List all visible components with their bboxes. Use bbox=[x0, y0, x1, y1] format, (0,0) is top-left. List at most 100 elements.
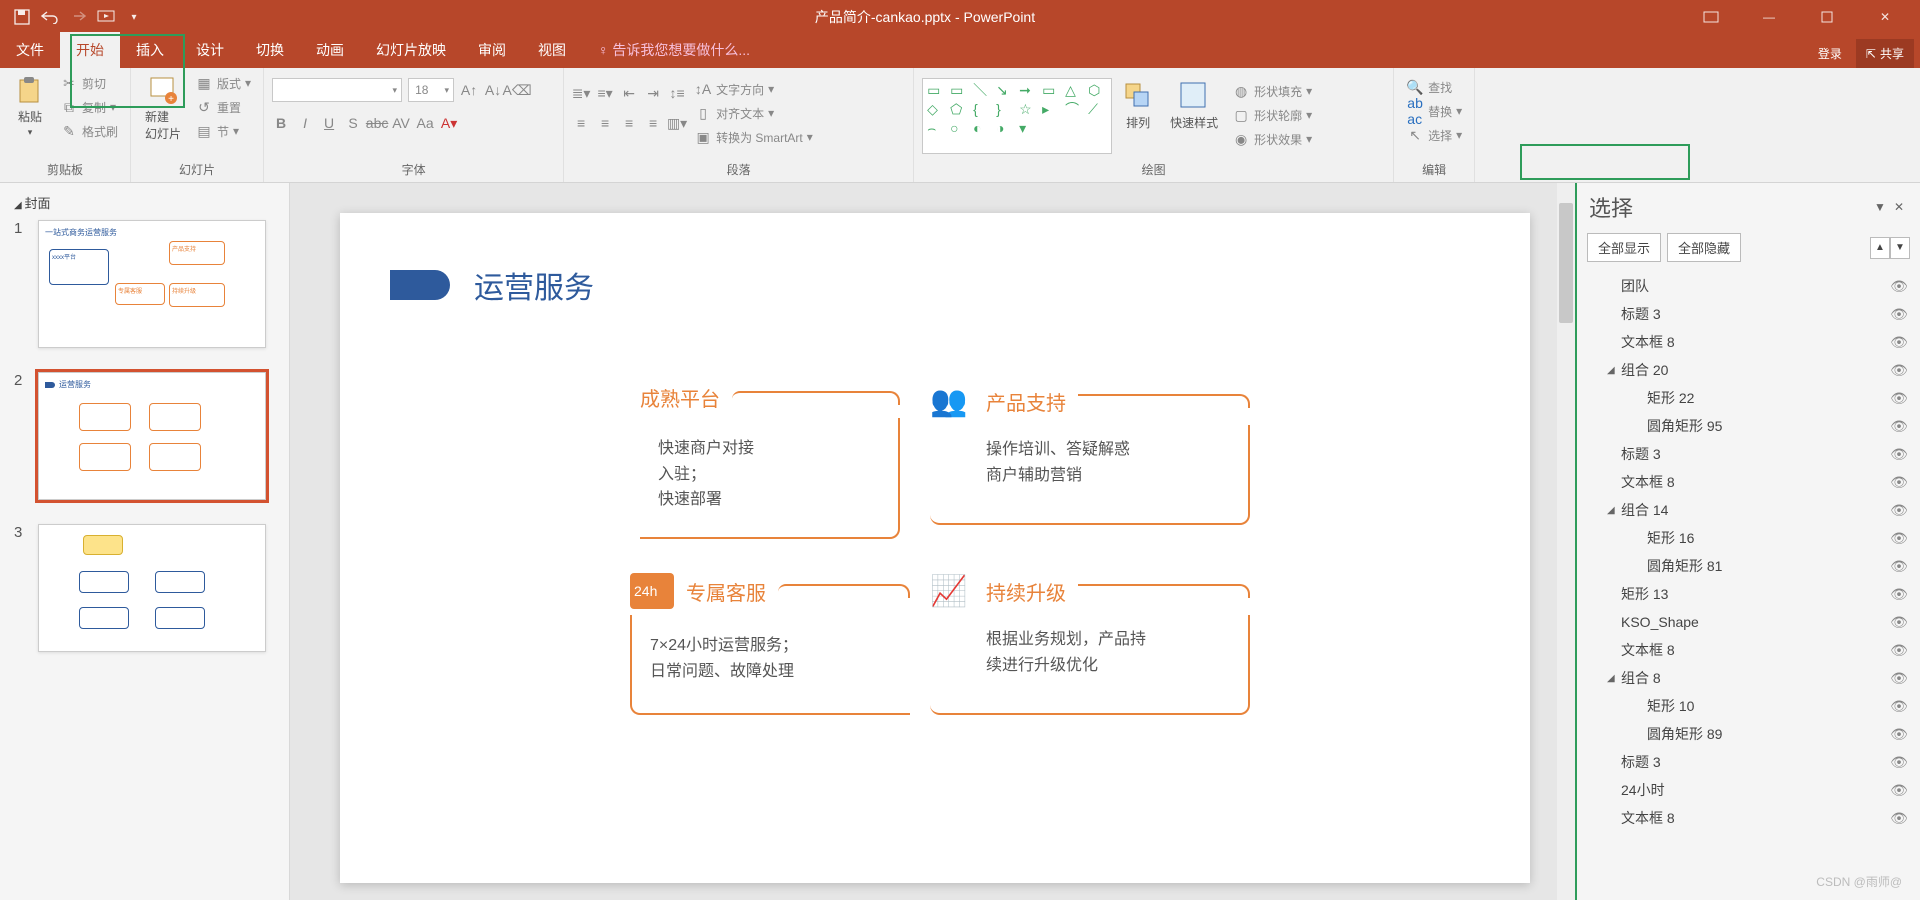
new-slide-button[interactable]: + 新建 幻灯片 bbox=[139, 72, 187, 144]
visibility-icon[interactable]: 👁 bbox=[1886, 726, 1912, 743]
visibility-icon[interactable]: 👁 bbox=[1886, 390, 1912, 407]
indent-dec-button[interactable]: ⇤ bbox=[620, 84, 638, 102]
scrollbar-thumb[interactable] bbox=[1559, 203, 1573, 323]
shape-fill-button[interactable]: ◍形状填充 ▾ bbox=[1228, 80, 1316, 102]
indent-inc-button[interactable]: ⇥ bbox=[644, 84, 662, 102]
quick-style-button[interactable]: 快速样式 bbox=[1164, 78, 1224, 133]
selection-item[interactable]: 团队👁 bbox=[1585, 272, 1912, 300]
vertical-scrollbar[interactable] bbox=[1557, 183, 1575, 900]
close-icon[interactable]: ✕ bbox=[1868, 3, 1902, 31]
reset-button[interactable]: ↺重置 bbox=[191, 96, 255, 118]
cut-button[interactable]: ✂剪切 bbox=[56, 72, 122, 94]
login-link[interactable]: 登录 bbox=[1808, 39, 1852, 68]
move-down-button[interactable]: ▼ bbox=[1890, 237, 1910, 259]
selection-item[interactable]: 标题 3👁 bbox=[1585, 440, 1912, 468]
font-color-button[interactable]: A▾ bbox=[440, 114, 458, 132]
visibility-icon[interactable]: 👁 bbox=[1886, 530, 1912, 547]
thumbnail-2[interactable]: 2 运营服务 bbox=[14, 372, 275, 500]
replace-button[interactable]: abac替换 ▾ bbox=[1402, 100, 1466, 122]
tab-insert[interactable]: 插入 bbox=[120, 32, 180, 68]
save-icon[interactable] bbox=[12, 7, 32, 27]
visibility-icon[interactable]: 👁 bbox=[1886, 698, 1912, 715]
font-size-select[interactable]: 18 bbox=[408, 78, 454, 102]
numbering-button[interactable]: ≡▾ bbox=[596, 84, 614, 102]
selection-item[interactable]: 文本框 8👁 bbox=[1585, 804, 1912, 832]
bullets-button[interactable]: ≣▾ bbox=[572, 84, 590, 102]
visibility-icon[interactable]: 👁 bbox=[1886, 418, 1912, 435]
visibility-icon[interactable]: 👁 bbox=[1886, 362, 1912, 379]
shapes-gallery[interactable]: ▭▭＼↘➞▭△ ⬡◇⬠{}☆▸ ⌒⟋⌢○◐◑▾ bbox=[922, 78, 1112, 154]
shape-textbox-icon[interactable]: ▭ bbox=[927, 83, 943, 97]
visibility-icon[interactable]: 👁 bbox=[1886, 446, 1912, 463]
tab-review[interactable]: 审阅 bbox=[462, 32, 522, 68]
selection-item[interactable]: 圆角矩形 81👁 bbox=[1585, 552, 1912, 580]
visibility-icon[interactable]: 👁 bbox=[1886, 754, 1912, 771]
section-header[interactable]: 封面 bbox=[14, 193, 275, 212]
selection-item[interactable]: 文本框 8👁 bbox=[1585, 468, 1912, 496]
tell-me[interactable]: ♀ 告诉我您想要做什么... bbox=[582, 32, 766, 68]
selection-item[interactable]: 矩形 10👁 bbox=[1585, 692, 1912, 720]
visibility-icon[interactable]: 👁 bbox=[1886, 334, 1912, 351]
decrease-font-icon[interactable]: A↓ bbox=[484, 81, 502, 99]
tab-file[interactable]: 文件 bbox=[0, 32, 60, 68]
shape-effects-button[interactable]: ◉形状效果 ▾ bbox=[1228, 128, 1316, 150]
selection-item[interactable]: 矩形 22👁 bbox=[1585, 384, 1912, 412]
clear-format-icon[interactable]: A⌫ bbox=[508, 81, 526, 99]
increase-font-icon[interactable]: A↑ bbox=[460, 81, 478, 99]
selection-item[interactable]: 圆角矩形 89👁 bbox=[1585, 720, 1912, 748]
line-spacing-button[interactable]: ↕≡ bbox=[668, 84, 686, 102]
thumbnail-1[interactable]: 1 一站式商务运营服务 xxxx平台 产品支持 专属客服 持续升级 bbox=[14, 220, 275, 348]
selection-item[interactable]: ◢组合 8👁 bbox=[1585, 664, 1912, 692]
visibility-icon[interactable]: 👁 bbox=[1886, 278, 1912, 295]
shadow-button[interactable]: S bbox=[344, 114, 362, 132]
visibility-icon[interactable]: 👁 bbox=[1886, 614, 1912, 631]
hide-all-button[interactable]: 全部隐藏 bbox=[1667, 233, 1741, 262]
selection-item[interactable]: 圆角矩形 95👁 bbox=[1585, 412, 1912, 440]
visibility-icon[interactable]: 👁 bbox=[1886, 782, 1912, 799]
strike-button[interactable]: abc bbox=[368, 114, 386, 132]
visibility-icon[interactable]: 👁 bbox=[1886, 558, 1912, 575]
format-painter-button[interactable]: ✎格式刷 bbox=[56, 120, 122, 142]
justify-button[interactable]: ≡ bbox=[644, 114, 662, 132]
tab-animation[interactable]: 动画 bbox=[300, 32, 360, 68]
selection-item[interactable]: ◢组合 14👁 bbox=[1585, 496, 1912, 524]
selection-item[interactable]: ◢组合 20👁 bbox=[1585, 356, 1912, 384]
text-direction-button[interactable]: ↕A文字方向 ▾ bbox=[690, 78, 817, 100]
selection-item[interactable]: KSO_Shape👁 bbox=[1585, 608, 1912, 636]
selection-item[interactable]: 文本框 8👁 bbox=[1585, 328, 1912, 356]
slide-canvas[interactable]: 运营服务 成熟平台 快速商户对接 入驻； 快速部署 👥产品支持 操作培训、答疑解… bbox=[290, 183, 1575, 900]
visibility-icon[interactable]: 👁 bbox=[1886, 502, 1912, 519]
visibility-icon[interactable]: 👁 bbox=[1886, 586, 1912, 603]
change-case-button[interactable]: Aa bbox=[416, 114, 434, 132]
char-spacing-button[interactable]: AV bbox=[392, 114, 410, 132]
layout-button[interactable]: ▦版式 ▾ bbox=[191, 72, 255, 94]
ribbon-options-icon[interactable] bbox=[1694, 3, 1728, 31]
columns-button[interactable]: ▥▾ bbox=[668, 114, 686, 132]
minimize-icon[interactable]: — bbox=[1752, 3, 1786, 31]
visibility-icon[interactable]: 👁 bbox=[1886, 642, 1912, 659]
tab-slideshow[interactable]: 幻灯片放映 bbox=[360, 32, 462, 68]
selection-item[interactable]: 矩形 13👁 bbox=[1585, 580, 1912, 608]
font-name-select[interactable] bbox=[272, 78, 402, 102]
arrange-button[interactable]: 排列 bbox=[1116, 78, 1160, 133]
visibility-icon[interactable]: 👁 bbox=[1886, 810, 1912, 827]
shape-outline-button[interactable]: ▢形状轮廓 ▾ bbox=[1228, 104, 1316, 126]
move-up-button[interactable]: ▲ bbox=[1870, 237, 1890, 259]
selection-item[interactable]: 标题 3👁 bbox=[1585, 300, 1912, 328]
smartart-button[interactable]: ▣转换为 SmartArt ▾ bbox=[690, 126, 817, 148]
copy-button[interactable]: ⧉复制 ▾ bbox=[56, 96, 122, 118]
tab-transition[interactable]: 切换 bbox=[240, 32, 300, 68]
pane-close-icon[interactable]: ✕ bbox=[1890, 200, 1908, 214]
thumbnail-3[interactable]: 3 bbox=[14, 524, 275, 652]
selection-item[interactable]: 标题 3👁 bbox=[1585, 748, 1912, 776]
visibility-icon[interactable]: 👁 bbox=[1886, 474, 1912, 491]
selection-item[interactable]: 文本框 8👁 bbox=[1585, 636, 1912, 664]
slideshow-icon[interactable] bbox=[96, 7, 116, 27]
maximize-icon[interactable] bbox=[1810, 3, 1844, 31]
section-button[interactable]: ▤节 ▾ bbox=[191, 120, 255, 142]
selection-item[interactable]: 矩形 16👁 bbox=[1585, 524, 1912, 552]
redo-icon[interactable] bbox=[68, 7, 88, 27]
visibility-icon[interactable]: 👁 bbox=[1886, 306, 1912, 323]
tab-design[interactable]: 设计 bbox=[180, 32, 240, 68]
align-center-button[interactable]: ≡ bbox=[596, 114, 614, 132]
